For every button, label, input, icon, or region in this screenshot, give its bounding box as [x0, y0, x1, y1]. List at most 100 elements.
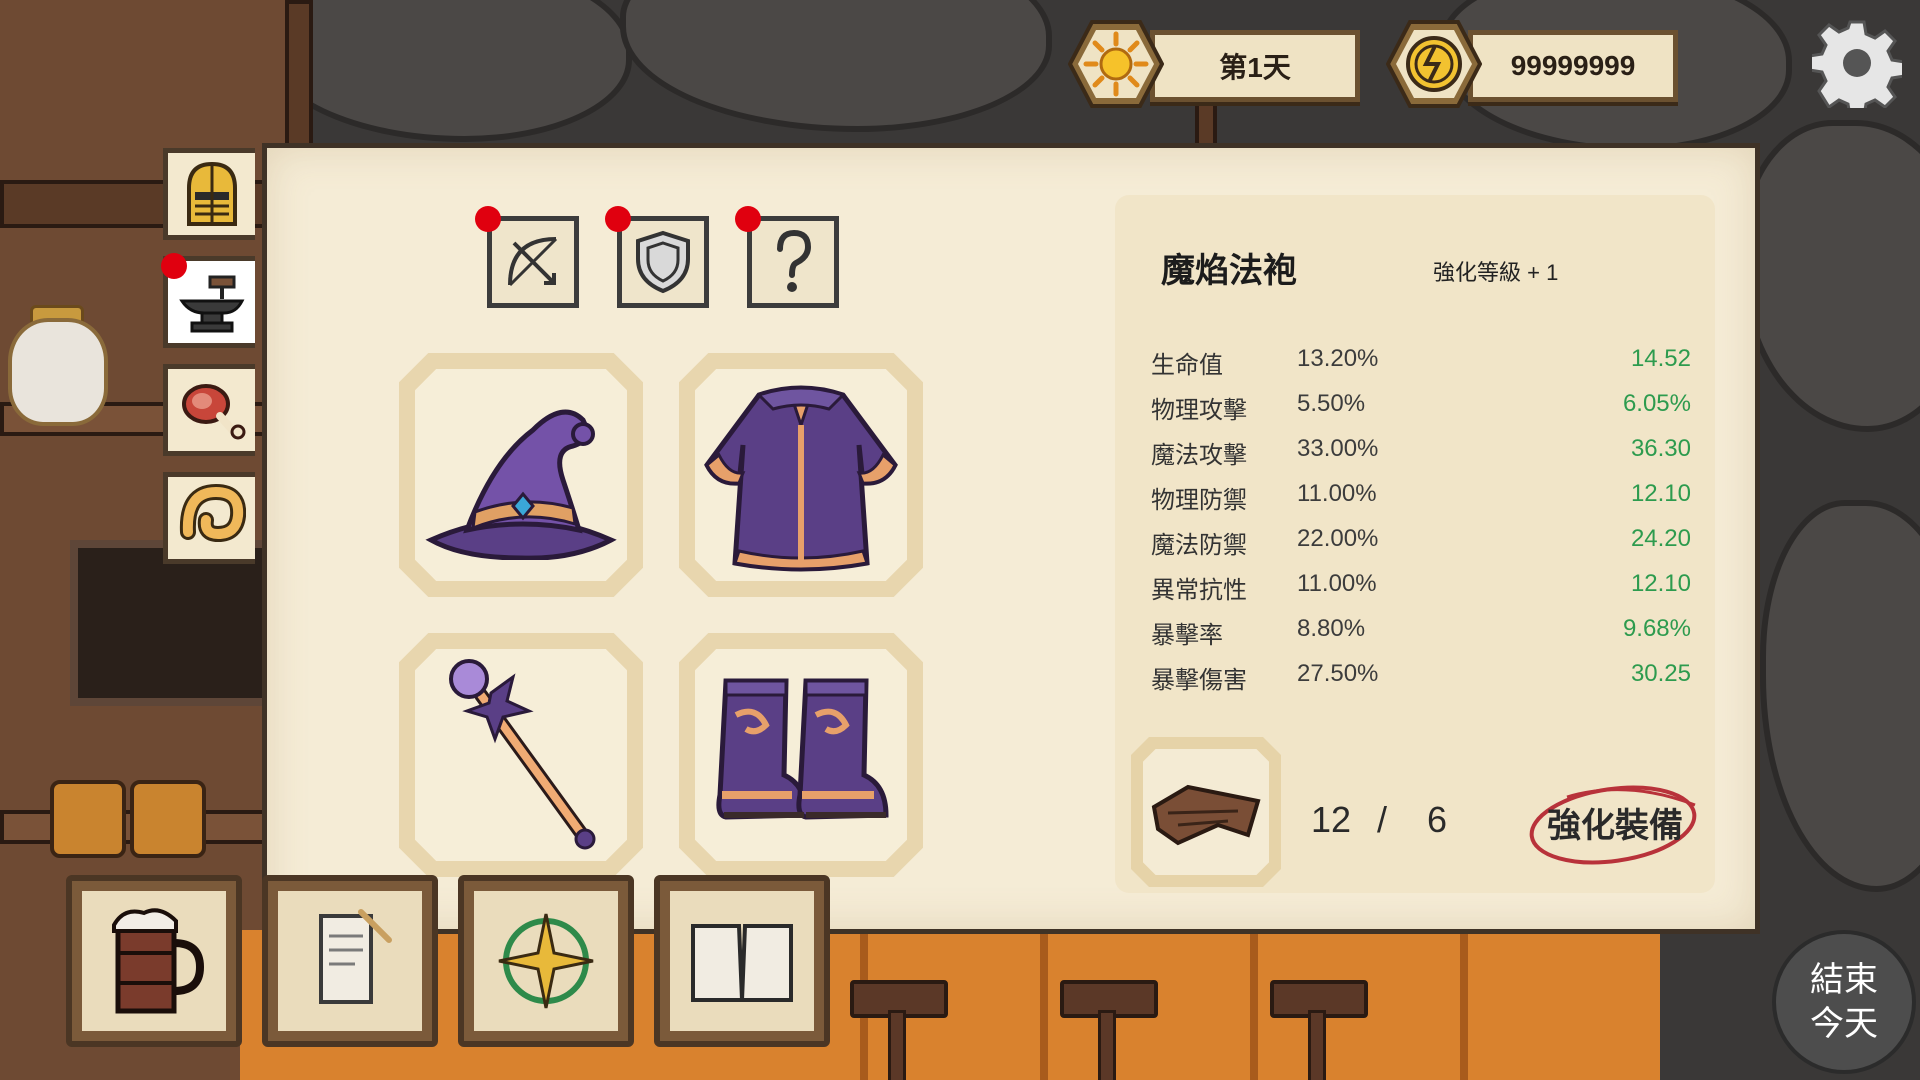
bar-stool [888, 1010, 906, 1080]
wood-plank-icon [1151, 784, 1261, 846]
stat-next-value: 12.10 [1630, 570, 1691, 597]
horn-icon [179, 483, 246, 543]
stat-value: 8.80% [1297, 615, 1366, 642]
enhance-level: 強化等級 + 1 [1433, 260, 1559, 285]
wizard-robe-icon [704, 385, 898, 572]
end-day-button[interactable]: 結束 今天 [1772, 930, 1916, 1074]
cave-rock [620, 0, 1052, 132]
stat-label: 異常抗性 [1151, 577, 1247, 604]
stat-row-crit-dmg: 暴擊傷害 27.50% 30.25 [1151, 660, 1691, 700]
shield-icon [636, 230, 690, 294]
floor-stripe [1460, 930, 1468, 1080]
helmet-icon [186, 161, 237, 226]
material-slot [1131, 737, 1281, 887]
anvil-icon [178, 275, 244, 333]
stat-next-value: 24.20 [1630, 525, 1691, 552]
meat-icon [181, 384, 245, 440]
side-tab-helmet[interactable] [163, 148, 255, 240]
slot-inner [415, 369, 627, 581]
equip-slot-staff[interactable] [399, 633, 643, 877]
stat-value: 11.00% [1297, 570, 1377, 597]
stat-next-value: 30.25 [1630, 660, 1691, 687]
material-owned: 12 [1311, 799, 1352, 840]
stat-next-value: 36.30 [1630, 435, 1691, 462]
quest-scroll-button[interactable] [262, 875, 438, 1047]
category-tab-armor[interactable] [617, 216, 709, 308]
wizard-hat-icon [425, 409, 617, 560]
compass-icon [498, 913, 594, 1009]
stat-value: 5.50% [1297, 390, 1366, 417]
stat-value: 33.00% [1297, 435, 1379, 462]
stat-row-mag-atk: 魔法攻擊 33.00% 36.30 [1151, 435, 1691, 475]
stat-label: 魔法攻擊 [1151, 442, 1247, 469]
wood-beam [285, 0, 313, 153]
end-day-line1: 結束 [1810, 960, 1878, 999]
material-separator: / [1377, 799, 1388, 840]
stat-value: 22.00% [1297, 525, 1379, 552]
scroll-icon [319, 909, 392, 1004]
bow-crossed-icon [508, 237, 558, 287]
item-info-panel: 魔焰法袍 強化等級 + 1 生命值 13.20% 14.52 物理攻擊 5.50… [1115, 195, 1715, 893]
dragon-vase [8, 318, 108, 426]
stat-label: 暴擊率 [1151, 622, 1223, 649]
stat-next-value: 14.52 [1630, 345, 1691, 372]
barrel [50, 780, 126, 858]
currency-plate: 99999999 [1468, 30, 1678, 102]
category-tab-weapon[interactable] [487, 216, 579, 308]
stat-label: 暴擊傷害 [1151, 667, 1247, 694]
stat-row-crit-rate: 暴擊率 8.80% 9.68% [1151, 615, 1691, 655]
equip-slot-robe[interactable] [679, 353, 923, 597]
question-icon [777, 229, 812, 292]
settings-gear-icon[interactable] [1808, 18, 1906, 118]
stat-label: 物理攻擊 [1151, 397, 1247, 424]
enhance-button-label: 強化裝備 [1547, 806, 1683, 845]
cave-rock [1740, 120, 1920, 432]
enhance-equipment-button[interactable]: 強化裝備 [1527, 777, 1703, 867]
cave-rock [260, 0, 632, 142]
bar-stool [1308, 1010, 1326, 1080]
equipment-panel: 魔焰法袍 強化等級 + 1 生命值 13.20% 14.52 物理攻擊 5.50… [262, 143, 1760, 934]
stat-value: 13.20% [1297, 345, 1379, 372]
item-name: 魔焰法袍 [1161, 252, 1297, 290]
slot-inner [695, 649, 907, 861]
material-required: 6 [1427, 799, 1448, 840]
stat-row-hp: 生命值 13.20% 14.52 [1151, 345, 1691, 385]
equip-slot-hat[interactable] [399, 353, 643, 597]
side-tab-meat[interactable] [163, 364, 255, 456]
slot-inner [695, 369, 907, 581]
slot-inner [415, 649, 627, 861]
floor [240, 930, 1660, 1080]
stat-next-value: 9.68% [1622, 615, 1691, 642]
misc-alert-dot [735, 206, 761, 232]
mug-icon [112, 908, 204, 1014]
fireplace [70, 540, 286, 706]
floor-stripe [1250, 930, 1258, 1080]
stat-label: 魔法防禦 [1151, 532, 1247, 559]
equip-slot-boots[interactable] [679, 633, 923, 877]
material-slot-inner [1143, 749, 1269, 875]
armor-alert-dot [605, 206, 631, 232]
stat-row-mag-def: 魔法防禦 22.00% 24.20 [1151, 525, 1691, 565]
currency-value: 99999999 [1510, 50, 1636, 81]
end-day-line2: 今天 [1810, 1005, 1878, 1043]
day-label: 第1天 [1219, 52, 1291, 83]
stat-label: 生命值 [1151, 352, 1223, 379]
weapon-alert-dot [475, 206, 501, 232]
stat-row-phys-def: 物理防禦 11.00% 12.10 [1151, 480, 1691, 520]
day-plate: 第1天 [1150, 30, 1360, 102]
cave-rock [1760, 500, 1920, 892]
side-tab-horn[interactable] [163, 472, 255, 564]
compass-button[interactable] [458, 875, 634, 1047]
bar-stool [1098, 1010, 1116, 1080]
barrel [130, 780, 206, 858]
stat-value: 11.00% [1297, 480, 1377, 507]
tavern-mug-button[interactable] [66, 875, 242, 1047]
book-icon [691, 924, 793, 1002]
anvil-alert-dot [161, 253, 187, 279]
stat-row-phys-atk: 物理攻擊 5.50% 6.05% [1151, 390, 1691, 430]
book-button[interactable] [654, 875, 830, 1047]
category-tab-misc[interactable] [747, 216, 839, 308]
stat-label: 物理防禦 [1151, 487, 1247, 514]
coin-icon [1386, 16, 1482, 112]
stat-next-value: 12.10 [1630, 480, 1691, 507]
